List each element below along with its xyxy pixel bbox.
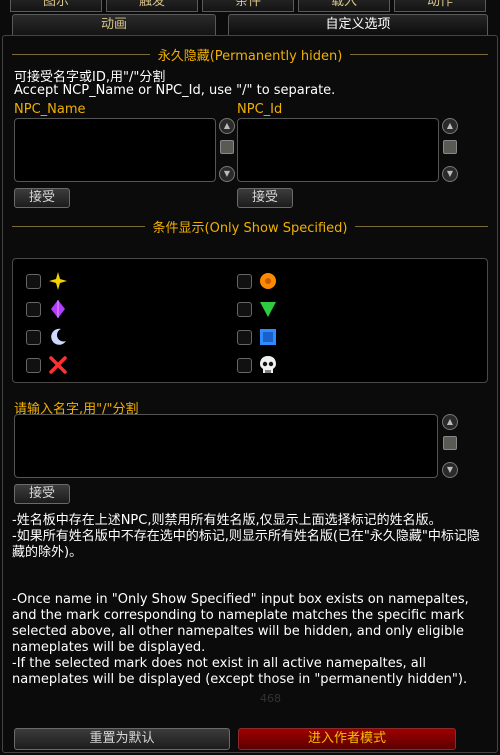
- hidden-desc-en: Accept NCP_Name or NPC_Id, use "/" to se…: [14, 83, 336, 98]
- info-text-en: -Once name in "Only Show Specified" inpu…: [12, 592, 469, 687]
- tab-trigger[interactable]: 触发: [106, 0, 198, 12]
- divider: [355, 225, 488, 227]
- show-names-scrollbar[interactable]: ▲ ▼: [442, 414, 458, 478]
- tab-animation[interactable]: 动画: [12, 14, 216, 36]
- scroll-thumb[interactable]: [443, 436, 457, 450]
- scroll-thumb[interactable]: [220, 140, 234, 154]
- accept-id-button[interactable]: 接受: [237, 188, 293, 208]
- circle-mark-checkbox[interactable]: [237, 274, 252, 289]
- only-show-title: 条件显示(Only Show Specified): [152, 220, 348, 236]
- tab-actions[interactable]: 动作: [394, 0, 486, 12]
- star-mark-checkbox[interactable]: [26, 274, 41, 289]
- sub-tab-row: 动画 自定义选项: [0, 12, 500, 36]
- scroll-up-icon[interactable]: ▲: [219, 118, 235, 134]
- circle-icon: [258, 271, 278, 291]
- npc-id-label: NPC_Id: [237, 102, 283, 117]
- npc-name-input[interactable]: [14, 118, 216, 182]
- star-icon: [48, 271, 68, 291]
- permanently-hidden-title: 永久隐藏(Permanently hiden): [157, 48, 343, 64]
- triangle-mark-checkbox[interactable]: [237, 302, 252, 317]
- tab-load[interactable]: 载入: [298, 0, 390, 12]
- scroll-down-icon[interactable]: ▼: [442, 462, 458, 478]
- cross-mark-checkbox[interactable]: [26, 358, 41, 373]
- show-names-input[interactable]: [14, 414, 438, 478]
- scroll-up-icon[interactable]: ▲: [442, 118, 458, 134]
- npc-name-scrollbar[interactable]: ▲ ▼: [219, 118, 235, 182]
- permanently-hidden-header: 永久隐藏(Permanently hiden): [12, 45, 488, 64]
- accept-show-button[interactable]: 接受: [14, 484, 70, 504]
- skull-icon: [258, 355, 278, 375]
- skull-mark-checkbox[interactable]: [237, 358, 252, 373]
- moon-icon: [48, 327, 68, 347]
- divider: [350, 53, 488, 55]
- only-show-header: 条件显示(Only Show Specified): [12, 217, 488, 236]
- moon-mark-checkbox[interactable]: [26, 330, 41, 345]
- cross-icon: [48, 355, 68, 375]
- tab-graphics[interactable]: 图示: [10, 0, 102, 12]
- square-icon: [258, 327, 278, 347]
- npc-id-input[interactable]: [237, 118, 439, 182]
- divider: [12, 53, 150, 55]
- scroll-thumb[interactable]: [443, 140, 457, 154]
- accept-name-button[interactable]: 接受: [14, 188, 70, 208]
- tab-conditions[interactable]: 条件: [202, 0, 294, 12]
- square-mark-checkbox[interactable]: [237, 330, 252, 345]
- reset-defaults-button[interactable]: 重置为默认: [14, 728, 230, 750]
- npc-id-scrollbar[interactable]: ▲ ▼: [442, 118, 458, 182]
- divider: [12, 225, 145, 227]
- npc-name-label: NPC_Name: [14, 102, 86, 117]
- scroll-down-icon[interactable]: ▼: [219, 166, 235, 182]
- scroll-up-icon[interactable]: ▲: [442, 414, 458, 430]
- top-tab-row: 图示 触发 条件 载入 动作: [0, 0, 500, 12]
- diamond-mark-checkbox[interactable]: [26, 302, 41, 317]
- faint-number: 468: [260, 692, 281, 705]
- triangle-icon: [258, 299, 278, 319]
- info-text-cn: -姓名板中存在上述NPC,则禁用所有姓名版,仅显示上面选择标记的姓名版。 -如果…: [12, 513, 480, 560]
- scroll-down-icon[interactable]: ▼: [442, 166, 458, 182]
- author-mode-button[interactable]: 进入作者模式: [238, 728, 456, 750]
- tab-custom-options[interactable]: 自定义选项: [228, 14, 488, 36]
- diamond-icon: [48, 299, 68, 319]
